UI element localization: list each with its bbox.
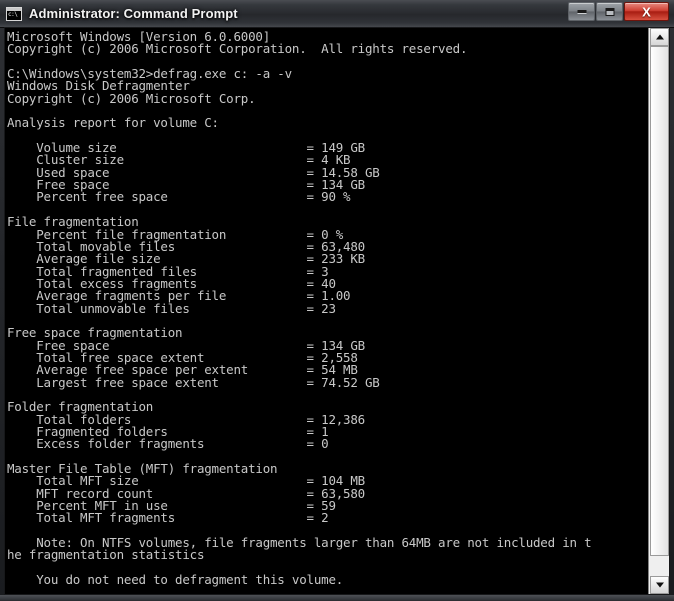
triangle-up-icon [655, 34, 664, 40]
window-titlebar[interactable]: Administrator: Command Prompt X [0, 0, 674, 28]
triangle-down-icon [655, 582, 664, 588]
console-line: Total MFT fragments = 2 [7, 510, 329, 526]
scrollbar-up-button[interactable] [650, 28, 669, 46]
console-line: You do not need to defragment this volum… [7, 572, 344, 588]
console-line: he fragmentation statistics [7, 547, 205, 563]
console-line: Analysis report for volume C: [7, 115, 219, 131]
minimize-icon [577, 9, 586, 14]
console-line: Excess folder fragments = 0 [7, 436, 329, 452]
maximize-button[interactable] [596, 2, 623, 21]
window-title: Administrator: Command Prompt [29, 6, 238, 21]
console-scrollbar[interactable] [648, 28, 669, 594]
console-line: Total unmovable files = 23 [7, 300, 336, 316]
close-button[interactable]: X [624, 2, 669, 21]
scrollbar-down-button[interactable] [650, 576, 669, 594]
console-output[interactable]: Microsoft Windows [Version 6.0.6000] Copy… [5, 29, 648, 594]
window-bottom-edge [0, 595, 674, 601]
close-icon: X [642, 4, 651, 19]
console-line: Percent free space = 90 % [7, 189, 351, 205]
console-line: Copyright (c) 2006 Microsoft Corp. [7, 90, 256, 106]
scrollbar-track[interactable] [650, 46, 669, 576]
maximize-icon [605, 7, 614, 16]
scrollbar-thumb[interactable] [650, 46, 669, 556]
console-line: Largest free space extent = 74.52 GB [7, 374, 380, 390]
console-line: Copyright (c) 2006 Microsoft Corporation… [7, 41, 468, 57]
window-controls: X [568, 2, 669, 24]
cmd-icon[interactable] [6, 6, 22, 21]
console-client-area[interactable]: Microsoft Windows [Version 6.0.6000] Copy… [4, 27, 670, 595]
minimize-button[interactable] [568, 2, 595, 21]
command-prompt-window: Administrator: Command Prompt X Microsof… [0, 0, 674, 601]
